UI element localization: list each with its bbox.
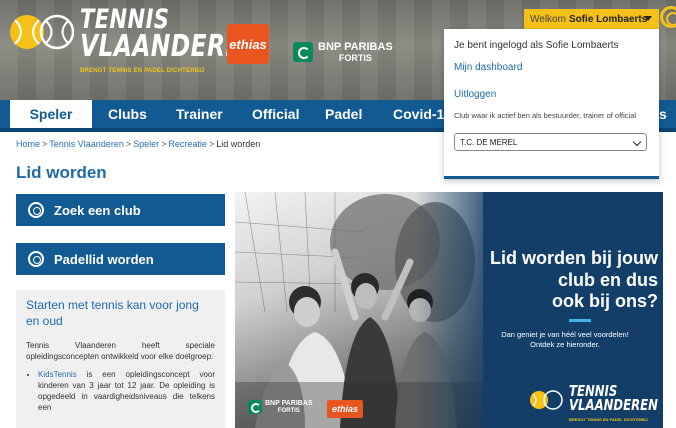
hero-subtext: Dan geniet je van héél veel voordelen! O… [480,330,650,350]
hero-sub-line2: Ontdek ze hieronder. [530,340,600,350]
find-club-button[interactable]: Zoek een club [16,194,225,226]
nav-item-speler[interactable]: Speler [10,100,92,128]
breadcrumb: Home > Tennis Vlaanderen > Speler > Recreatie >… [16,139,261,149]
padel-member-button[interactable]: Padellid worden [16,243,225,275]
tennis-ball-icon[interactable] [660,6,676,28]
nav-item-more[interactable]: s [659,100,667,128]
logged-in-text: Je bent ingelogd als Sofie Lombaerts [454,40,619,51]
hero-headline-line3: ook bij ons? [552,291,658,312]
nav-item-trainer[interactable]: Trainer [176,100,223,128]
hero-banner[interactable]: Lid worden bij jouw club en dus ook bij … [235,192,663,428]
hero-sponsor-bnp: BNP PARIBAS FORTIS [248,400,313,414]
target-icon [28,251,44,267]
nav-item-padel[interactable]: Padel [325,100,362,128]
info-title: Starten met tennis kan voor jong en oud [26,298,199,328]
target-icon [28,202,44,218]
info-panel: Starten met tennis kan voor jong en oud … [16,290,225,428]
bnp-line2: FORTIS [338,52,372,63]
bnp-line1: BNP PARIBAS [318,41,393,53]
dashboard-link[interactable]: Mijn dashboard [454,62,522,73]
welcome-prefix: Welkom [530,13,566,25]
breadcrumb-tennis-vlaanderen[interactable]: Tennis Vlaanderen [49,139,124,149]
kidstennis-link[interactable]: KidsTennis [38,370,77,379]
nav-item-official[interactable]: Official [252,100,299,128]
user-dropdown-menu: Je bent ingelogd als Sofie Lombaerts Mij… [444,29,659,179]
logout-link[interactable]: Uitloggen [454,89,496,100]
hero-headline: Lid worden bij jouw club en dus ook bij … [440,248,658,313]
sponsor-ethias-logo[interactable]: ethias [227,24,269,64]
info-body: Tennis Vlaanderen heeft speciale opleidi… [26,340,215,361]
breadcrumb-recreatie[interactable]: Recreatie [168,139,207,149]
bnp-star-icon [248,400,262,414]
breadcrumb-current: Lid worden [216,139,261,149]
hero-sponsor-ethias: ethias [327,400,363,418]
club-select-label: Club waar ik actief ben als bestuurder, … [454,111,637,120]
hero-headline-line2: club en dus [557,269,658,290]
info-list: KidsTennis is een opleidingsconcept voor… [26,369,215,413]
welcome-user-name: Sofie Lombaerts [568,13,648,25]
hero-bnp-line2: FORTIS [277,407,300,414]
hero-bnp-line1: BNP PARIBAS [265,400,313,408]
breadcrumb-home[interactable]: Home [16,139,40,149]
caret-down-icon [644,16,652,21]
sponsor-bnp-logo[interactable]: BNP PARIBAS FORTIS [293,41,393,63]
hero-logo: TENNIS VLAANDEREN [569,383,663,415]
nav-item-clubs[interactable]: Clubs [108,100,147,128]
hero-sub-line1: Dan geniet je van héél veel voordelen! [501,330,629,339]
club-select-value: T.C. DE MEREL [460,137,518,147]
hero-accent-bar [569,319,591,322]
hero-logo-line2: VLAANDEREN [569,396,658,415]
user-menu-toggle[interactable]: Welkom Sofie Lombaerts [524,9,659,29]
site-logo[interactable]: TENNIS VLAANDEREN [80,6,313,61]
club-select[interactable]: T.C. DE MEREL [454,133,647,151]
sponsor-ethias-text: ethias [229,36,267,52]
page: TENNIS VLAANDEREN BRENGT TENNIS EN PADEL… [0,0,676,428]
logo-tagline: BRENGT TENNIS EN PADEL DICHTERBIJ [80,68,205,74]
hero-headline-line1: Lid worden bij jouw [490,248,658,268]
tennis-balls-logo-icon[interactable] [8,12,76,52]
hero-logo-tagline: BRENGT TENNIS EN PADEL DICHTERBIJ [569,417,648,422]
chevron-down-icon [632,137,642,147]
page-title: Lid worden [16,163,107,182]
tennis-balls-logo-icon [530,390,563,410]
padel-member-label: Padellid worden [54,251,154,267]
find-club-label: Zoek een club [54,202,141,218]
breadcrumb-speler[interactable]: Speler [133,139,159,149]
bnp-star-icon [293,42,313,63]
list-item: KidsTennis is een opleidingsconcept voor… [38,369,215,413]
